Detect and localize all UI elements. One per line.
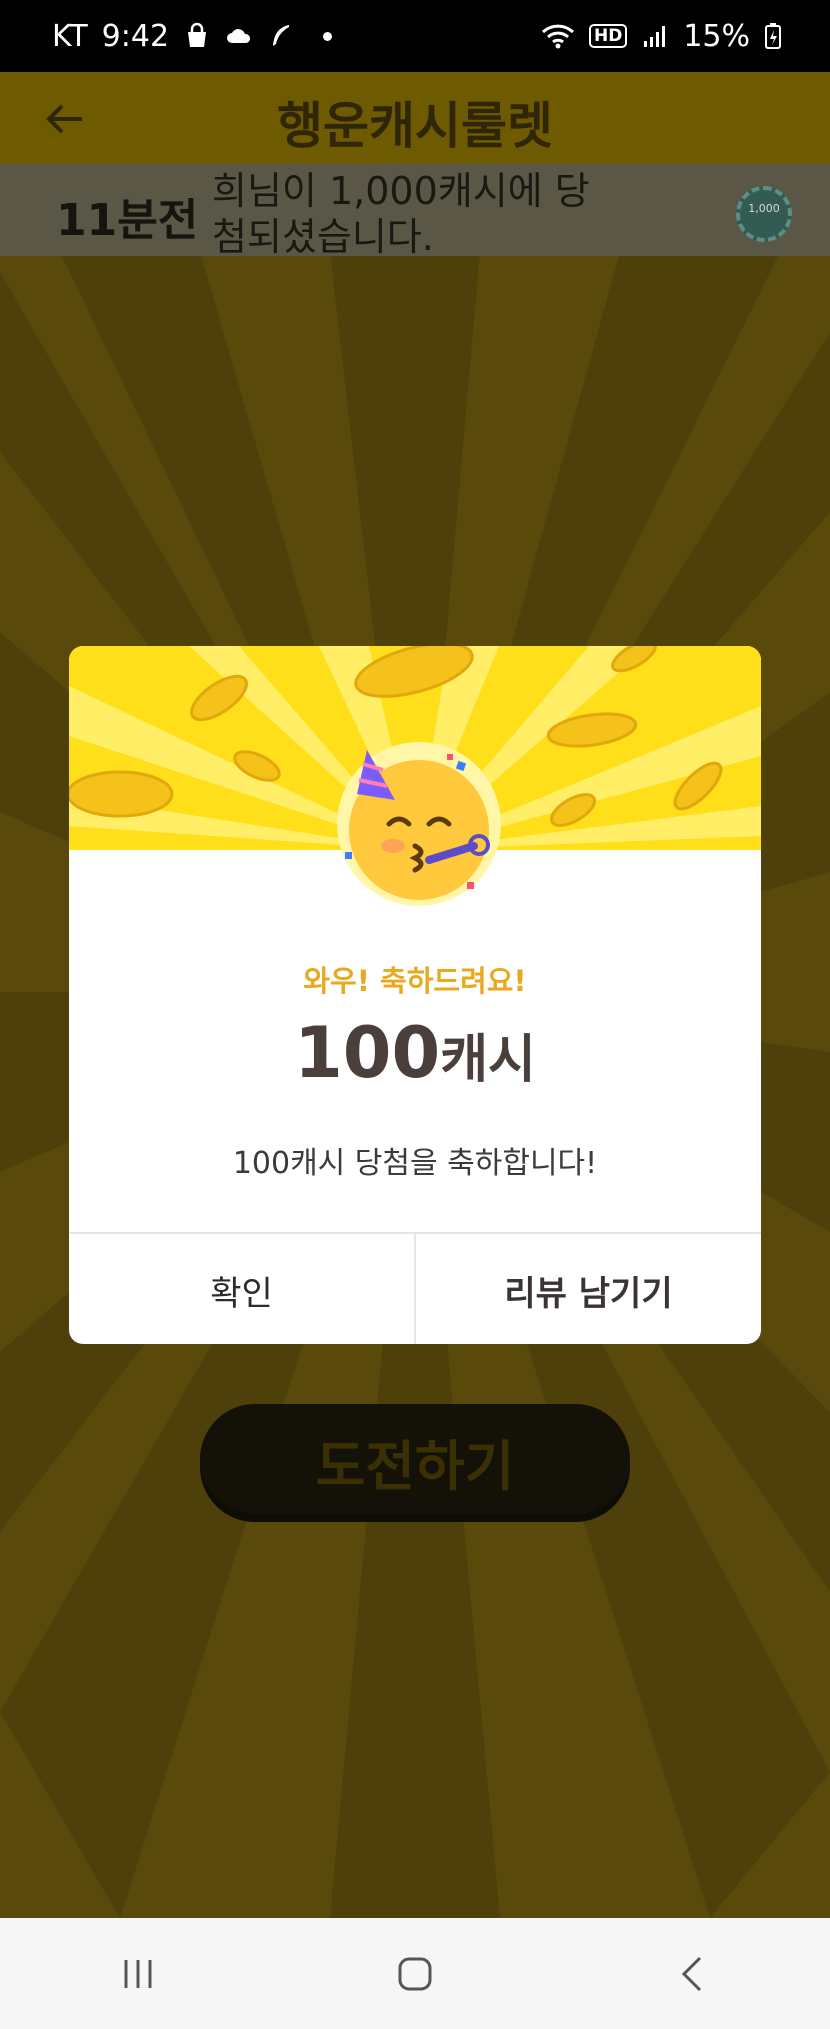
hd-icon: HD [588,24,628,48]
system-nav-bar [0,1918,830,2029]
challenge-label: 도전하기 [315,1435,515,1498]
page-title: 행운캐시룰렛 [277,97,553,155]
chip-label: 1,000 [748,202,780,215]
challenge-button[interactable]: 도전하기 [200,1404,630,1514]
ticker-message: 희님이 1,000캐시에 당첨되셨습니다. [212,169,590,256]
prize-amount: 100캐시 [69,1012,761,1094]
app-header: 행운캐시룰렛 [0,72,830,164]
clock-label: 9:42 [101,18,170,54]
congrats-text: 와우! 축하드려요! [303,964,527,998]
winner-ticker: 11분전 희님이 1,000캐시에 당첨되셨습니다. [0,164,830,256]
dot-icon [323,31,333,41]
prize-number: 100 [294,1012,441,1094]
feather-icon [273,25,290,46]
status-bar: KT 9:42 HD 15% [0,0,830,72]
cash-chip-icon: 1,000 [736,186,792,242]
wifi-icon [541,24,574,49]
cloud-icon [227,29,251,43]
party-face-icon [337,742,501,906]
write-review-button[interactable]: 리뷰 남기기 [414,1234,761,1344]
bag-icon [188,22,207,47]
dialog-buttons: 확인 리뷰 남기기 [69,1232,761,1344]
back-icon[interactable] [662,1944,722,2004]
battery-icon [765,23,781,49]
carrier-label: KT [52,18,88,54]
ticker-time: 11분전 [56,195,199,246]
prize-unit: 캐시 [440,1030,536,1090]
battery-label: 15% [683,18,750,54]
signal-icon [644,26,666,47]
recent-apps-icon[interactable] [108,1944,168,2004]
dialog-message: 100캐시 당첨을 축하합니다! [232,1146,598,1181]
home-icon[interactable] [385,1944,445,2004]
confirm-button[interactable]: 확인 [69,1234,414,1344]
win-dialog: 와우! 축하드려요! 100캐시 100캐시 당첨을 축하합니다! 확인 리뷰 … [69,646,761,1344]
